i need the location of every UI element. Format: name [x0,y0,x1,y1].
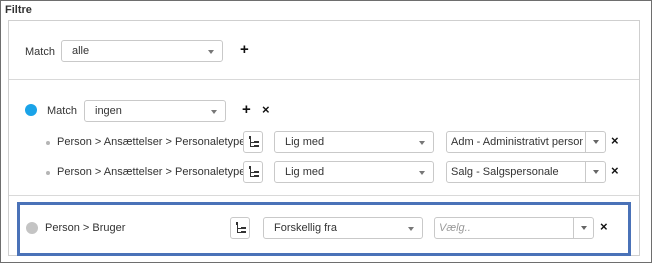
remove-condition-icon[interactable]: × [600,220,608,233]
operator-select[interactable]: Forskellig fra [263,217,423,239]
tree-structure-icon [236,222,246,233]
add-condition-icon[interactable]: + [242,102,251,117]
chevron-down-icon [211,110,217,114]
top-match-select-value: alle [72,45,90,57]
chevron-down-icon [408,227,414,231]
value-combobox[interactable]: Vælg.. [434,217,594,239]
operator-select-value: Lig med [285,166,325,178]
remove-condition-icon[interactable]: × [611,134,619,147]
tree-structure-icon [249,136,259,147]
tree-picker-button[interactable] [243,131,263,153]
tree-picker-button[interactable] [243,161,263,183]
condition-path: Person > Ansættelser > Personaletype 1 [57,166,255,178]
caret-down-icon [581,226,587,230]
group-match-select[interactable]: ingen [84,100,226,122]
divider [9,195,639,196]
group-match-label: Match [47,105,77,117]
operator-select-value: Lig med [285,136,325,148]
value-combobox-value: Adm - Administrativt personale [451,136,583,148]
chevron-down-icon [208,50,214,54]
value-combobox-placeholder: Vælg.. [439,222,471,234]
combobox-dropdown-button[interactable] [585,162,605,182]
value-combobox[interactable]: Adm - Administrativt personale [446,131,606,153]
group-status-dot [25,104,37,116]
operator-select[interactable]: Lig med [274,131,434,153]
highlighted-condition-row: Person > Bruger Forskellig fra Vælg.. × [17,202,631,256]
combobox-dropdown-button[interactable] [573,218,593,238]
tree-picker-button[interactable] [230,217,250,239]
caret-down-icon [593,170,599,174]
remove-group-icon[interactable]: × [262,103,270,116]
remove-condition-icon[interactable]: × [611,164,619,177]
divider [9,79,639,80]
top-match-label: Match [25,46,55,58]
add-group-icon[interactable]: + [240,42,249,57]
value-combobox-value: Salg - Salgspersonale [451,166,559,178]
condition-path: Person > Bruger [45,222,126,234]
top-match-select[interactable]: alle [61,40,223,62]
caret-down-icon [593,140,599,144]
condition-status-dot [26,222,38,234]
panel-title: Filtre [5,4,32,16]
tree-structure-icon [249,166,259,177]
chevron-down-icon [419,141,425,145]
operator-select-value: Forskellig fra [274,222,337,234]
chevron-down-icon [419,171,425,175]
condition-bullet [46,171,50,175]
operator-select[interactable]: Lig med [274,161,434,183]
value-combobox[interactable]: Salg - Salgspersonale [446,161,606,183]
group-match-select-value: ingen [95,105,122,117]
combobox-dropdown-button[interactable] [585,132,605,152]
condition-bullet [46,141,50,145]
condition-path: Person > Ansættelser > Personaletype 1 [57,136,255,148]
